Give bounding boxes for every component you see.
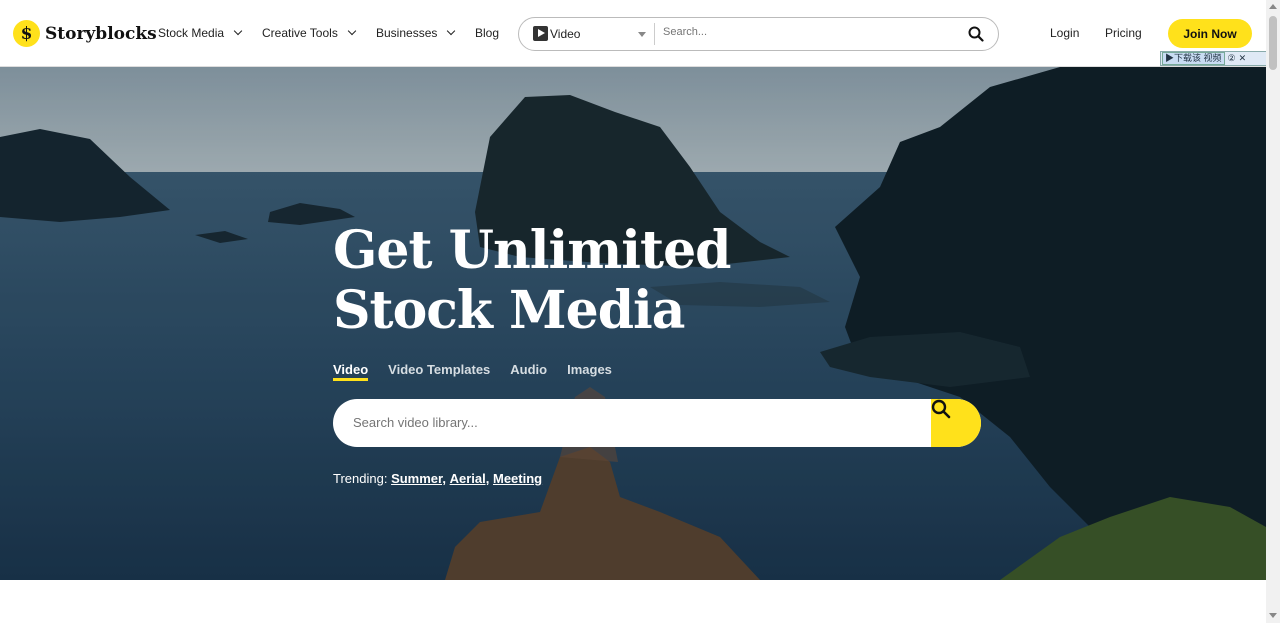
login-link[interactable]: Login <box>1050 26 1079 40</box>
trending-link-meeting[interactable]: Meeting <box>493 471 542 486</box>
logo-text: Storyblocks <box>45 23 157 44</box>
media-tabs: Video Video Templates Audio Images <box>333 362 612 381</box>
tab-images[interactable]: Images <box>567 362 612 381</box>
tab-audio[interactable]: Audio <box>510 362 547 381</box>
search-icon[interactable] <box>968 26 984 47</box>
nav-label: Blog <box>475 26 500 40</box>
nav-businesses[interactable]: Businesses <box>376 26 456 40</box>
logo-mark-icon: $ <box>13 20 40 47</box>
media-type-label: Video <box>550 26 581 41</box>
media-type-select[interactable]: Video <box>533 26 580 41</box>
chevron-down-icon <box>347 26 357 36</box>
trending-searches: Trending: Summer, Aerial, Meeting <box>333 471 542 486</box>
close-icon[interactable]: ✕ <box>1239 53 1247 64</box>
hero-search-bar <box>333 399 981 447</box>
page-scrollbar[interactable] <box>1266 0 1280 623</box>
trending-link-aerial[interactable]: Aerial, <box>450 471 490 486</box>
nav-label: Creative Tools <box>262 26 338 40</box>
chevron-down-icon <box>233 26 243 36</box>
scroll-up-icon[interactable] <box>1269 4 1277 9</box>
nav-label: Businesses <box>376 26 438 40</box>
top-navigation-bar: $ Storyblocks Stock Media Creative Tools… <box>0 0 1266 67</box>
scroll-down-icon[interactable] <box>1269 613 1277 618</box>
nav-blog[interactable]: Blog <box>475 26 499 40</box>
hero-search-input[interactable] <box>353 415 913 430</box>
search-icon <box>931 399 951 419</box>
nav-label: Stock Media <box>158 26 225 40</box>
video-download-toolbar: ▶下载该 视频 ② ✕ <box>1160 51 1268 66</box>
header-search-input[interactable] <box>663 26 953 38</box>
tab-video-templates[interactable]: Video Templates <box>388 362 490 381</box>
trending-link-summer[interactable]: Summer, <box>391 471 446 486</box>
pricing-link[interactable]: Pricing <box>1105 26 1142 40</box>
caret-down-icon[interactable] <box>638 32 646 37</box>
hero-section: Get Unlimited Stock Media Video Video Te… <box>0 67 1266 580</box>
scroll-thumb[interactable] <box>1269 16 1277 70</box>
header-search-box: Video <box>518 17 999 51</box>
video-play-icon <box>533 26 548 41</box>
join-now-button[interactable]: Join Now <box>1168 19 1252 48</box>
download-video-button[interactable]: ▶下载该 视频 <box>1162 52 1225 65</box>
chevron-down-icon <box>447 26 456 36</box>
nav-creative-tools[interactable]: Creative Tools <box>262 26 357 40</box>
trending-label: Trending: <box>333 471 388 486</box>
headline-line: Stock Media <box>333 280 686 341</box>
storyblocks-logo[interactable]: $ Storyblocks <box>13 20 157 47</box>
hero-headline: Get Unlimited Stock Media <box>333 220 732 341</box>
tab-video[interactable]: Video <box>333 362 369 381</box>
hero-search-button[interactable] <box>931 399 981 447</box>
search-divider <box>654 23 655 45</box>
nav-stock-media[interactable]: Stock Media <box>158 26 243 40</box>
headline-line: Get Unlimited <box>333 220 732 281</box>
download-label: 下载该 视频 <box>1174 53 1222 63</box>
help-icon[interactable]: ② <box>1228 53 1236 64</box>
